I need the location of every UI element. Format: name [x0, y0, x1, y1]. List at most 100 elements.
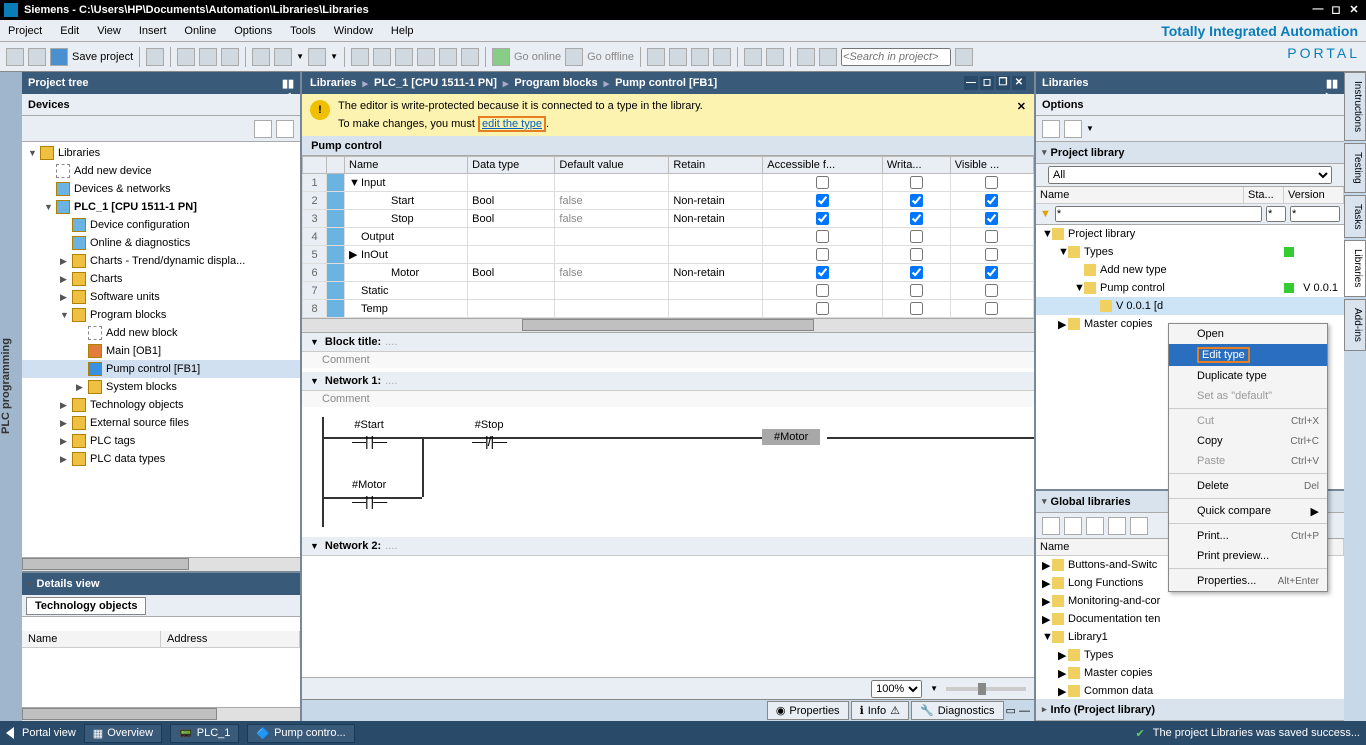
redo-icon[interactable] — [308, 48, 326, 66]
paste-icon[interactable] — [221, 48, 239, 66]
go-offline-icon[interactable] — [565, 48, 583, 66]
tree-item[interactable]: Add new block — [22, 324, 300, 342]
portal-view-button[interactable]: Portal view — [22, 727, 76, 739]
properties-tab[interactable]: ◉ Properties — [767, 701, 849, 720]
testing-tab[interactable]: Testing — [1344, 143, 1366, 193]
save-project-label[interactable]: Save project — [72, 51, 133, 63]
close-button[interactable]: ✕ — [1346, 3, 1362, 17]
menu-edit[interactable]: Edit — [60, 25, 79, 37]
download-icon[interactable] — [351, 48, 369, 66]
overview-button[interactable]: ▦ Overview — [84, 724, 162, 743]
tree-item[interactable]: Device configuration — [22, 216, 300, 234]
left-side-tab[interactable]: PLC programming — [0, 72, 22, 721]
breadcrumb-item[interactable]: Program blocks — [514, 77, 597, 89]
back-arrow-icon[interactable] — [6, 727, 14, 739]
minimize-button[interactable]: — — [1310, 3, 1326, 17]
editor-max-icon[interactable]: ◻ — [980, 76, 994, 90]
tb-icon[interactable] — [797, 48, 815, 66]
tb-icon[interactable] — [647, 48, 665, 66]
editor-close-icon[interactable]: ✕ — [1012, 76, 1026, 90]
tree-item[interactable]: ▶Charts — [22, 270, 300, 288]
tb-icon[interactable] — [669, 48, 687, 66]
project-library-header[interactable]: Project library — [1051, 147, 1125, 159]
context-menu-item[interactable]: Print preview... — [1169, 546, 1327, 566]
breadcrumb-item[interactable]: Libraries — [310, 77, 356, 89]
tb-icon[interactable] — [766, 48, 784, 66]
lib-tree-item[interactable]: ▼Pump controlV 0.0.1 — [1036, 279, 1344, 297]
network-1-ladder[interactable]: #Start—| |— #Stop—|/|— #Motor—| |— #Moto… — [302, 407, 1034, 537]
tree-item[interactable]: ▼Program blocks — [22, 306, 300, 324]
variable-table[interactable]: NameData type Default valueRetain Access… — [302, 156, 1034, 318]
tree-item[interactable]: Online & diagnostics — [22, 234, 300, 252]
info-tab[interactable]: ℹ Info ⚠ — [851, 701, 909, 720]
breadcrumb-item[interactable]: Pump control [FB1] — [615, 77, 717, 89]
instructions-tab[interactable]: Instructions — [1344, 72, 1366, 141]
pin-icon[interactable]: ▮▮ ◀ — [282, 77, 294, 89]
go-offline-label[interactable]: Go offline — [587, 51, 634, 63]
var-row[interactable]: 7 Static — [303, 282, 1034, 300]
context-menu-item[interactable]: Edit type — [1169, 344, 1327, 366]
tb-icon[interactable] — [373, 48, 391, 66]
var-row[interactable]: 4 Output — [303, 228, 1034, 246]
new-project-icon[interactable] — [6, 48, 24, 66]
lib-tree-item[interactable]: ▶Master copies — [1036, 664, 1344, 682]
tree-item[interactable]: ▼PLC_1 [CPU 1511-1 PN] — [22, 198, 300, 216]
tb-icon[interactable] — [439, 48, 457, 66]
tree-item[interactable]: ▼Libraries — [22, 144, 300, 162]
tree-toolbar-icon[interactable] — [276, 120, 294, 138]
glob-toolbar-icon[interactable] — [1042, 517, 1060, 535]
var-row[interactable]: 8 Temp — [303, 300, 1034, 318]
var-row[interactable]: 1 ▼Input — [303, 174, 1034, 192]
editor-restore-icon[interactable]: ❐ — [996, 76, 1010, 90]
tree-item[interactable]: Devices & networks — [22, 180, 300, 198]
glob-toolbar-icon[interactable] — [1086, 517, 1104, 535]
menu-insert[interactable]: Insert — [139, 25, 167, 37]
lib-toolbar-icon[interactable] — [1064, 120, 1082, 138]
breadcrumb-item[interactable]: PLC_1 [CPU 1511-1 PN] — [374, 77, 497, 89]
var-row[interactable]: 6 Motor BoolfalseNon-retain — [303, 264, 1034, 282]
menu-tools[interactable]: Tools — [290, 25, 316, 37]
tree-item[interactable]: ▶Technology objects — [22, 396, 300, 414]
var-row[interactable]: 2 Start BoolfalseNon-retain — [303, 192, 1034, 210]
tree-item[interactable]: ▶Charts - Trend/dynamic displa... — [22, 252, 300, 270]
warning-close-icon[interactable]: ✕ — [1017, 100, 1026, 113]
tree-toolbar-icon[interactable] — [254, 120, 272, 138]
glob-toolbar-icon[interactable] — [1064, 517, 1082, 535]
glob-toolbar-icon[interactable] — [1108, 517, 1126, 535]
save-icon[interactable] — [50, 48, 68, 66]
editor-min-icon[interactable]: — — [964, 76, 978, 90]
pump-control-tab-button[interactable]: 🔷 Pump contro... — [247, 724, 354, 743]
lib-tree-item[interactable]: ▼Project library — [1036, 225, 1344, 243]
tasks-tab[interactable]: Tasks — [1344, 195, 1366, 239]
lib-version-filter[interactable] — [1290, 206, 1340, 222]
tb-icon[interactable] — [461, 48, 479, 66]
context-menu-item[interactable]: Properties...Alt+Enter — [1169, 571, 1327, 591]
tb-icon[interactable] — [417, 48, 435, 66]
lib-tree-item[interactable]: ▼Library1 — [1036, 628, 1344, 646]
context-menu-item[interactable]: CopyCtrl+C — [1169, 431, 1327, 451]
tree-item[interactable]: ▶External source files — [22, 414, 300, 432]
context-menu-item[interactable]: Quick compare▶ — [1169, 501, 1327, 521]
edit-the-type-link[interactable]: edit the type — [478, 116, 546, 132]
menu-help[interactable]: Help — [391, 25, 414, 37]
lib-tree-item[interactable]: ▶Common data — [1036, 682, 1344, 699]
context-menu-item[interactable]: DeleteDel — [1169, 476, 1327, 496]
tree-item[interactable]: ▶Software units — [22, 288, 300, 306]
lib-tree-item[interactable]: ▶Types — [1036, 646, 1344, 664]
cut-icon[interactable] — [177, 48, 195, 66]
menu-project[interactable]: Project — [8, 25, 42, 37]
search-go-icon[interactable] — [955, 48, 973, 66]
tb-icon[interactable] — [819, 48, 837, 66]
tree-item[interactable]: ▶PLC data types — [22, 450, 300, 468]
menu-options[interactable]: Options — [234, 25, 272, 37]
options-header[interactable]: Options — [1036, 94, 1344, 116]
go-online-icon[interactable] — [492, 48, 510, 66]
technology-objects-tab[interactable]: Technology objects — [26, 597, 146, 615]
info-project-library[interactable]: Info (Project library) — [1051, 704, 1156, 716]
network-2-header[interactable]: Network 2: — [325, 540, 381, 552]
maximize-button[interactable]: ◻ — [1328, 3, 1344, 17]
menu-window[interactable]: Window — [334, 25, 373, 37]
lib-name-filter[interactable] — [1055, 206, 1262, 222]
tb-icon[interactable] — [691, 48, 709, 66]
tree-item[interactable]: ▶PLC tags — [22, 432, 300, 450]
